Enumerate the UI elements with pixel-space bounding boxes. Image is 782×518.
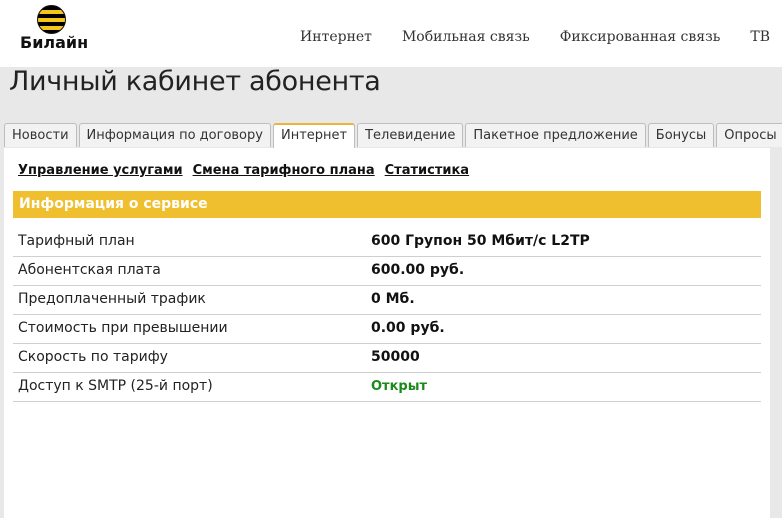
row-value: 0 Мб.	[371, 291, 415, 307]
tab-internet[interactable]: Интернет	[272, 123, 356, 149]
site-header: Билайн Интернет Мобильная связь Фиксиров…	[0, 0, 782, 67]
page-title: Личный кабинет абонента	[9, 66, 381, 97]
row-value: 600 Групон 50 Мбит/с L2TP	[371, 233, 590, 249]
subnav-change-tariff[interactable]: Смена тарифного плана	[193, 163, 375, 178]
logo-text: Билайн	[20, 33, 89, 52]
topnav-tv[interactable]: ТВ	[750, 29, 770, 45]
row-value: 0.00 руб.	[371, 320, 445, 336]
row-value: 50000	[371, 349, 420, 365]
row-label: Предоплаченный трафик	[18, 291, 206, 307]
tab-bar: Новости Информация по договору Интернет …	[4, 123, 782, 149]
tab-package-offer[interactable]: Пакетное предложение	[465, 123, 646, 147]
table-row: Стоимость при превышении 0.00 руб.	[13, 315, 761, 344]
tab-surveys[interactable]: Опросы	[716, 123, 782, 147]
table-row: Абонентская плата 600.00 руб.	[13, 257, 761, 286]
row-label: Стоимость при превышении	[18, 320, 228, 336]
beeline-logo[interactable]: Билайн	[20, 5, 88, 55]
row-value: 600.00 руб.	[371, 262, 465, 278]
row-label: Доступ к SMTP (25-й порт)	[18, 378, 213, 394]
smtp-status-value: Открыт	[371, 379, 428, 394]
topnav-fixed[interactable]: Фиксированная связь	[560, 29, 721, 45]
table-row: Доступ к SMTP (25-й порт) Открыт	[13, 373, 761, 402]
top-navigation: Интернет Мобильная связь Фиксированная с…	[300, 29, 770, 45]
subnav-manage-services[interactable]: Управление услугами	[18, 163, 183, 178]
table-row: Скорость по тарифу 50000	[13, 344, 761, 373]
table-row: Тарифный план 600 Групон 50 Мбит/с L2TP	[13, 228, 761, 257]
tab-television[interactable]: Телевидение	[357, 123, 464, 147]
table-row: Предоплаченный трафик 0 Мб.	[13, 286, 761, 315]
row-label: Скорость по тарифу	[18, 349, 168, 365]
subnav: Управление услугами Смена тарифного план…	[18, 163, 469, 178]
row-label: Абонентская плата	[18, 262, 161, 278]
content-panel: Управление услугами Смена тарифного план…	[4, 148, 770, 518]
tab-news[interactable]: Новости	[4, 123, 77, 147]
topnav-internet[interactable]: Интернет	[300, 29, 372, 45]
logo-striped-ball-icon	[37, 5, 66, 34]
tab-bonuses[interactable]: Бонусы	[647, 123, 715, 147]
subnav-statistics[interactable]: Статистика	[385, 163, 469, 178]
topnav-mobile[interactable]: Мобильная связь	[402, 29, 530, 45]
tab-contract-info[interactable]: Информация по договору	[78, 123, 271, 147]
service-info-table: Тарифный план 600 Групон 50 Мбит/с L2TP …	[13, 228, 761, 402]
row-label: Тарифный план	[18, 233, 135, 249]
section-header: Информация о сервисе	[13, 191, 761, 218]
